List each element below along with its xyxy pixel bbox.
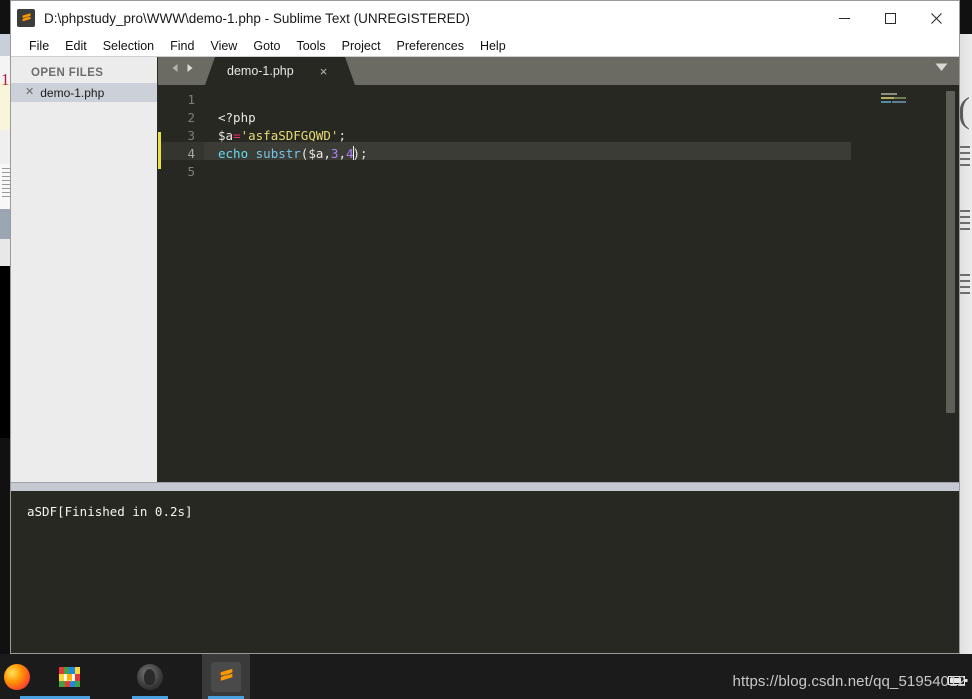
- code-line-3: $a='asfaSDFGQWD';: [218, 127, 871, 145]
- code-token: substr: [255, 146, 301, 161]
- line-number-active: 4: [187, 146, 195, 161]
- line-number: 3: [187, 128, 195, 143]
- code-token: <?php: [218, 110, 256, 125]
- winrar-icon: [59, 665, 85, 689]
- code-editor[interactable]: 1 2 3 4 5 ​ <?php $a='asfaSDFGQWD'; echo…: [158, 85, 959, 482]
- sidebar-file-label: demo-1.php: [40, 85, 105, 100]
- maximize-button[interactable]: [867, 1, 913, 35]
- menu-item-view[interactable]: View: [202, 37, 245, 55]
- minimize-button[interactable]: [821, 1, 867, 35]
- sublime-text-window: D:\phpstudy_pro\WWW\demo-1.php - Sublime…: [10, 0, 960, 654]
- menu-item-selection[interactable]: Selection: [95, 37, 162, 55]
- firefox-icon: [4, 663, 30, 690]
- tab-bar: demo-1.php ×: [158, 57, 959, 85]
- minimap-line: [881, 93, 897, 95]
- minimap-line: [881, 97, 894, 99]
- minimap-line: [892, 101, 906, 103]
- code-line-2: <?php: [218, 109, 871, 127]
- arrow-right-icon[interactable]: [185, 60, 195, 78]
- menu-item-edit[interactable]: Edit: [57, 37, 95, 55]
- code-line-1: ​: [218, 91, 871, 109]
- console-splitter[interactable]: [11, 482, 959, 491]
- background-lines-decor: [2, 168, 10, 200]
- code-line-4: echo substr($a,3,4);: [218, 145, 871, 163]
- minimap-line: [881, 101, 891, 103]
- menu-item-find[interactable]: Find: [162, 37, 202, 55]
- code-token: 'asfaSDFGQWD': [240, 128, 339, 143]
- line-number: 5: [187, 164, 195, 179]
- desktop-background: 1 ( D:\phpstudy_pro\WWW\demo-1.php - Sub…: [0, 0, 972, 699]
- code-token: ;: [360, 146, 368, 161]
- code-line-5: ​: [218, 163, 871, 181]
- line-number-gutter: 1 2 3 4 5: [161, 85, 204, 482]
- menu-item-help[interactable]: Help: [472, 37, 514, 55]
- window-controls: [821, 1, 959, 35]
- menu-item-goto[interactable]: Goto: [245, 37, 288, 55]
- tab-nav-arrows: [158, 60, 205, 85]
- close-button[interactable]: [913, 1, 959, 35]
- title-bar[interactable]: D:\phpstudy_pro\WWW\demo-1.php - Sublime…: [11, 1, 959, 35]
- menu-bar: File Edit Selection Find View Goto Tools…: [11, 35, 959, 57]
- tab-demo-1-php[interactable]: demo-1.php ×: [205, 57, 355, 85]
- taskbar-item-winrar[interactable]: [48, 654, 96, 699]
- sidebar: OPEN FILES ✕ demo-1.php: [11, 57, 158, 482]
- taskbar-item-sublime-text[interactable]: [202, 654, 250, 699]
- taskbar-item-firefox[interactable]: [0, 654, 68, 699]
- code-text-area[interactable]: ​ <?php $a='asfaSDFGQWD'; echo substr($a…: [204, 85, 871, 482]
- code-token: ;: [338, 128, 346, 143]
- sublime-text-logo-icon: [17, 9, 35, 27]
- editor-column: demo-1.php × 1 2 3 4 5 <?php $a='asfaSDF…: [158, 57, 959, 482]
- minimap-line: [894, 97, 906, 99]
- code-token: $a: [308, 146, 324, 161]
- sublime-text-taskbar-icon: [211, 661, 241, 692]
- arrow-left-icon[interactable]: [170, 60, 180, 78]
- chevron-down-icon[interactable]: [935, 59, 948, 77]
- code-token: ): [352, 146, 361, 161]
- sidebar-heading-open-files: OPEN FILES: [31, 67, 104, 79]
- code-token: =: [233, 128, 241, 143]
- steam-icon: [137, 663, 163, 690]
- tab-label: demo-1.php: [227, 64, 294, 78]
- taskbar-item-steam[interactable]: [126, 654, 174, 699]
- code-token: ,: [323, 146, 331, 161]
- menu-item-tools[interactable]: Tools: [288, 37, 333, 55]
- line-number: 1: [187, 92, 195, 107]
- console-output[interactable]: aSDF[Finished in 0.2s]: [11, 491, 959, 653]
- code-token: ,: [338, 146, 346, 161]
- sidebar-item-demo-1-php[interactable]: ✕ demo-1.php: [11, 83, 157, 102]
- vertical-scrollbar[interactable]: [946, 91, 955, 488]
- code-token: echo: [218, 146, 249, 161]
- workspace: OPEN FILES ✕ demo-1.php demo-1.php × 1 2…: [11, 57, 959, 482]
- console-panel: aSDF[Finished in 0.2s]: [11, 482, 959, 653]
- menu-item-preferences[interactable]: Preferences: [389, 37, 472, 55]
- tab-close-icon[interactable]: ×: [320, 65, 328, 78]
- window-title: D:\phpstudy_pro\WWW\demo-1.php - Sublime…: [44, 10, 470, 26]
- minimap[interactable]: [871, 85, 959, 482]
- scrollbar-thumb[interactable]: [946, 91, 955, 413]
- menu-item-project[interactable]: Project: [334, 37, 389, 55]
- close-small-icon[interactable]: ✕: [25, 87, 34, 98]
- watermark-url: https://blog.csdn.net/qq_51954012: [732, 673, 966, 690]
- line-number: 2: [187, 110, 195, 125]
- code-token: $a: [218, 128, 234, 143]
- menu-item-file[interactable]: File: [21, 37, 57, 55]
- background-text-marker: 1: [1, 70, 10, 89]
